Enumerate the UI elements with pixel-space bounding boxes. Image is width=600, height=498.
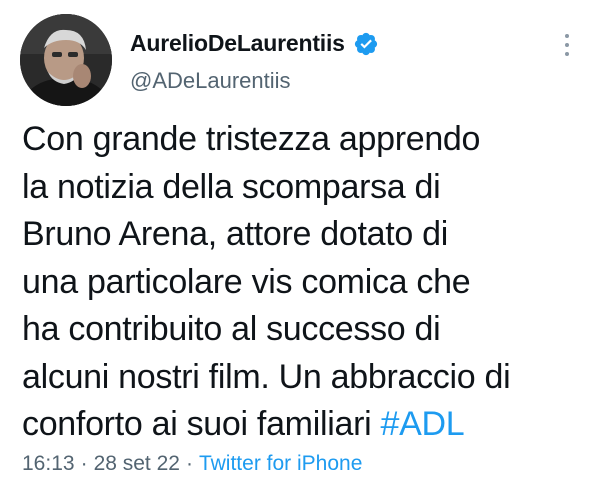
tweet-text-line: ha contribuito al successo di (22, 310, 441, 348)
tweet-text-line: la notizia della scomparsa di (22, 167, 441, 206)
verified-badge-icon (354, 32, 377, 55)
tweet-metadata: 16:13 · 28 set 22 · Twitter for iPhone (22, 452, 362, 476)
meta-separator: · (185, 452, 193, 475)
tweet-text-line: Bruno Arena, attore dotato di (22, 215, 449, 253)
more-options-icon[interactable] (560, 32, 574, 58)
author-handle[interactable]: @ADeLaurentiis (130, 68, 291, 94)
tweet-text-line: Con grande tristezza apprendo (22, 120, 481, 158)
meta-separator: · (80, 452, 88, 475)
author-display-name[interactable]: AurelioDeLaurentiis (130, 30, 345, 57)
hashtag-link[interactable]: #ADL (381, 405, 465, 443)
tweet-text-line: una particolare vis comica che (22, 262, 471, 301)
avatar-photo (20, 14, 112, 106)
avatar[interactable] (20, 14, 112, 106)
tweet-text-line: conforto ai suoi familiari (22, 405, 381, 443)
tweet-text: Con grande tristezza apprendo la notizia… (22, 116, 582, 449)
tweet-source-link[interactable]: Twitter for iPhone (199, 452, 362, 475)
author-name-row: AurelioDeLaurentiis (130, 30, 379, 57)
tweet-text-last-line: conforto ai suoi familiari #ADL (22, 401, 582, 449)
tweet-date[interactable]: 28 set 22 (94, 452, 180, 475)
tweet-text-line: alcuni nostri film. Un abbraccio di (22, 357, 511, 396)
tweet-card: AurelioDeLaurentiis @ADeLaurentiis Con g… (0, 0, 600, 498)
tweet-time[interactable]: 16:13 (22, 452, 75, 475)
